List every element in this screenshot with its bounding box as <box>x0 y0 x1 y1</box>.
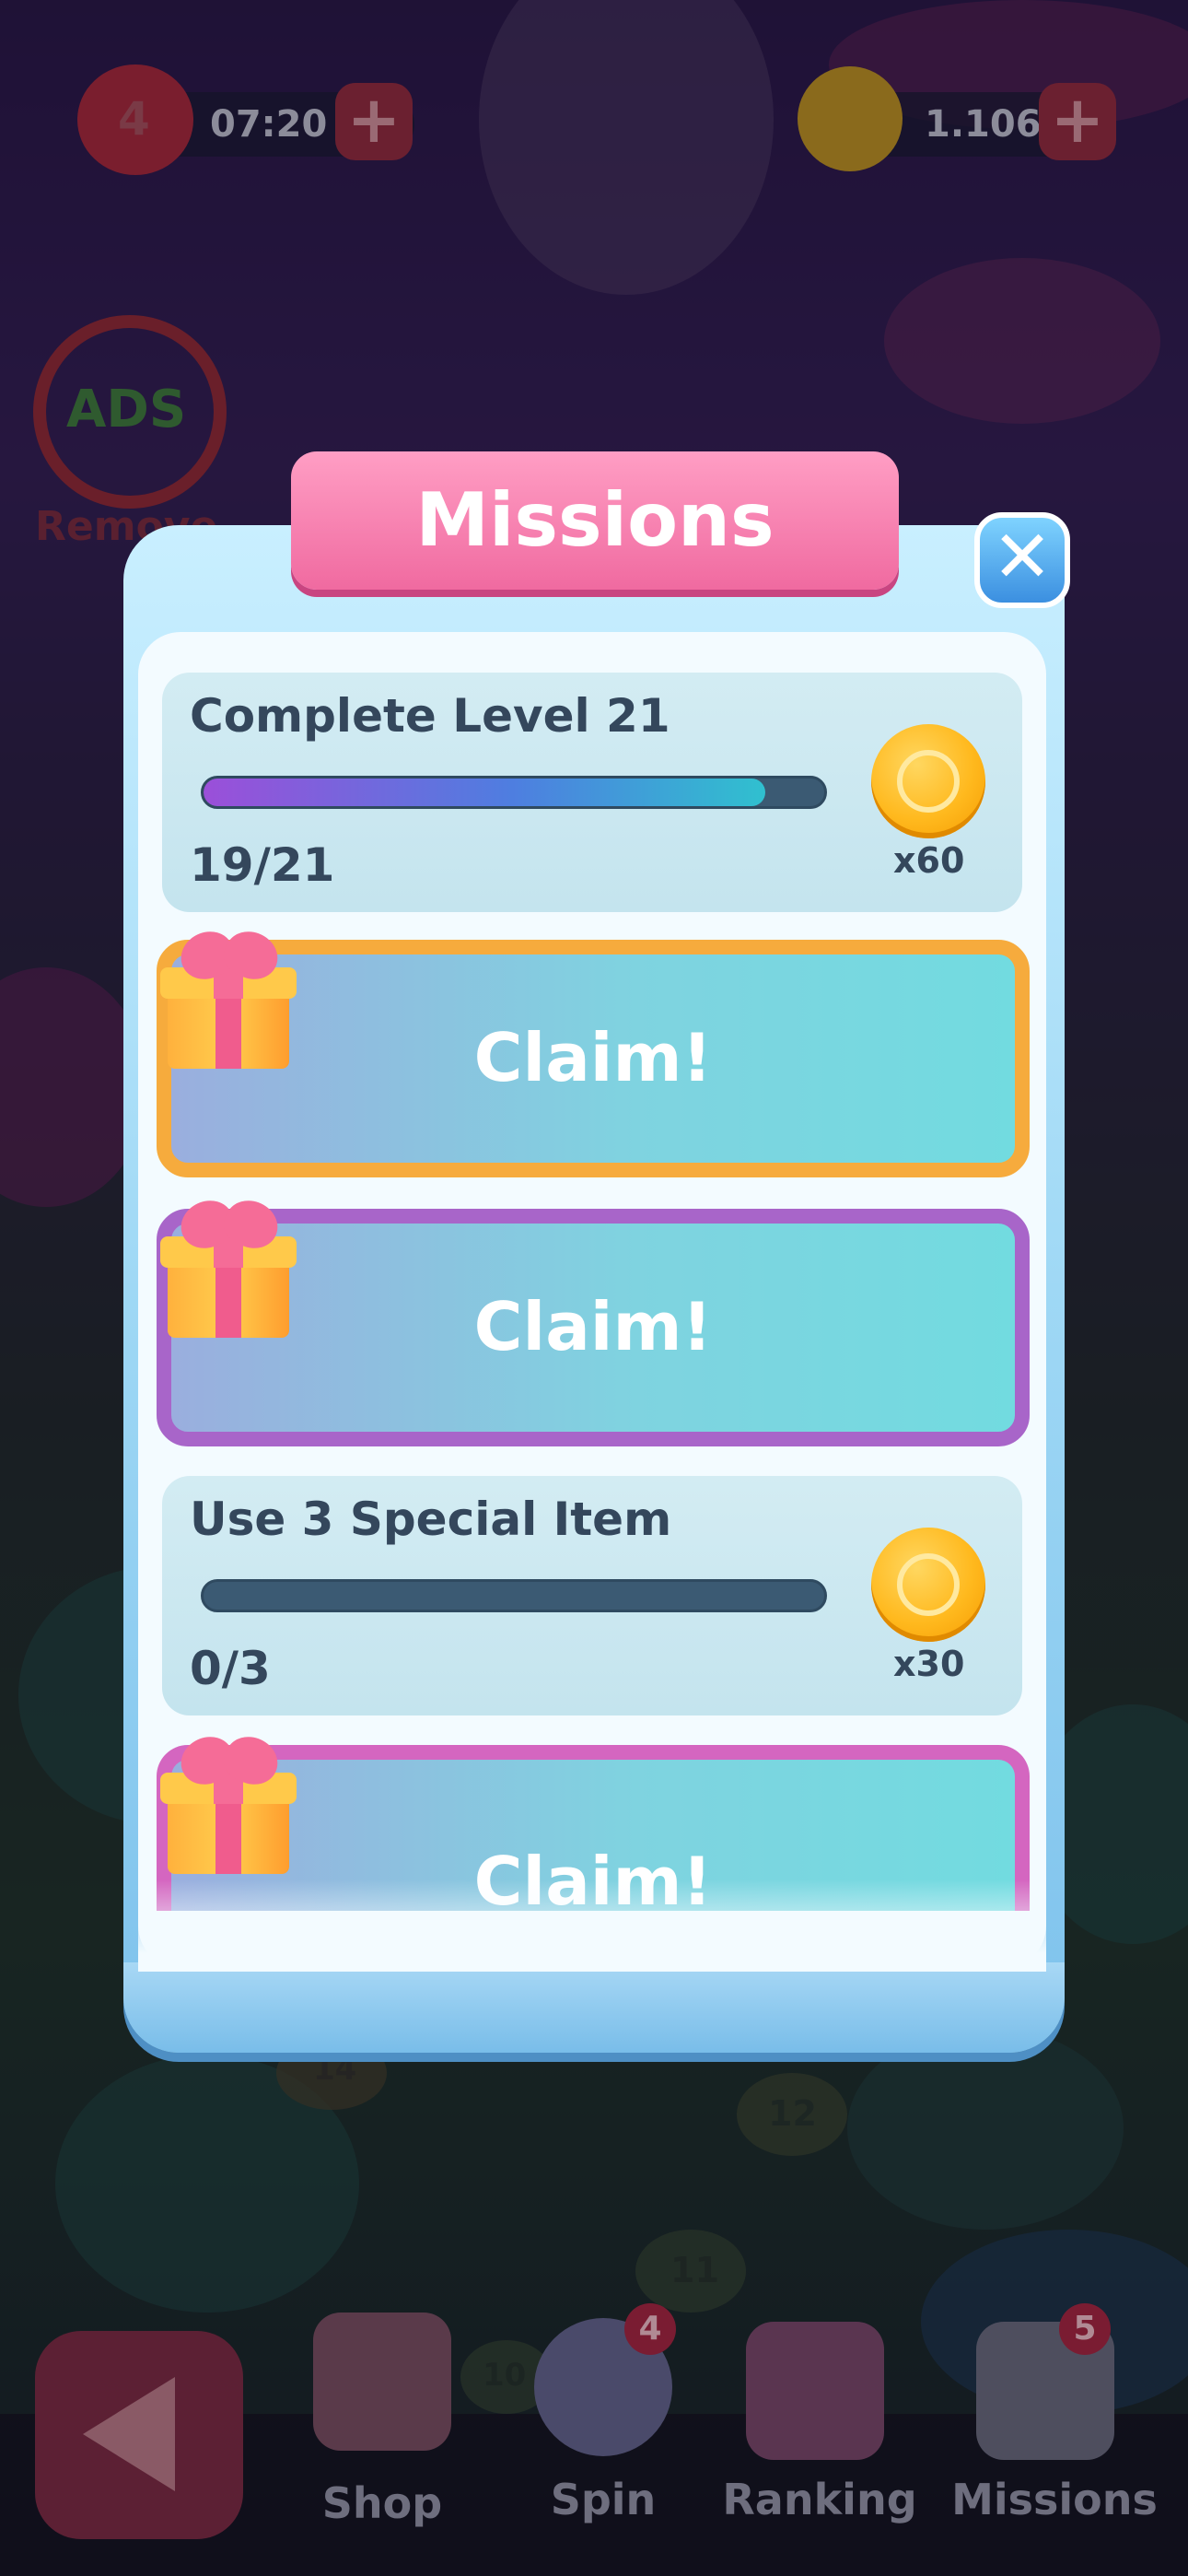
mission-progress-bar <box>201 1579 827 1612</box>
close-icon: ✕ <box>992 516 1053 599</box>
gift-icon <box>158 1728 297 1876</box>
mission-card: Complete Level 21 19/21 x60 <box>162 673 1022 912</box>
mission-title: Complete Level 21 <box>190 689 670 743</box>
dialog-snow-footer <box>123 1962 1065 2053</box>
mission-card: Use 3 Special Item 0/3 x30 <box>162 1476 1022 1715</box>
claim-button-label: Claim! <box>473 1019 713 1096</box>
close-button[interactable]: ✕ <box>974 512 1070 608</box>
missions-badge: 5 <box>1059 2303 1111 2355</box>
nav-shop-label[interactable]: Shop <box>304 2478 460 2528</box>
nav-missions-label[interactable]: Missions <box>949 2475 1160 2524</box>
shop-icon[interactable] <box>313 2313 451 2451</box>
list-scroll-fade <box>138 1879 1046 1972</box>
mission-reward: x60 <box>893 840 965 881</box>
lives-count: 4 <box>118 92 150 146</box>
gift-icon <box>158 1192 297 1340</box>
remove-ads-button[interactable]: ADS <box>33 315 227 509</box>
add-coins-button[interactable]: + <box>1039 83 1116 160</box>
mission-progress-bar <box>201 776 827 809</box>
lives-timer: 07:20 <box>210 103 328 146</box>
coin-icon <box>798 66 903 171</box>
nav-ranking-label[interactable]: Ranking <box>718 2475 921 2524</box>
mission-progress-text: 0/3 <box>190 1642 271 1695</box>
spin-badge: 4 <box>624 2303 676 2355</box>
claim-button-label: Claim! <box>473 1288 713 1365</box>
ranking-icon[interactable] <box>746 2322 884 2460</box>
back-arrow-icon <box>83 2377 175 2491</box>
coin-reward-icon <box>871 724 985 838</box>
add-lives-button[interactable]: + <box>335 83 413 160</box>
coins-count: 1.106 <box>925 103 1042 146</box>
dialog-title: Missions <box>415 477 775 563</box>
ads-text: ADS <box>66 380 187 439</box>
mission-progress-text: 19/21 <box>190 838 335 892</box>
nav-spin-label[interactable]: Spin <box>525 2475 681 2524</box>
mission-title: Use 3 Special Item <box>190 1493 672 1546</box>
mission-progress-fill <box>204 779 765 806</box>
gift-icon <box>158 923 297 1071</box>
coin-reward-icon <box>871 1528 985 1642</box>
mission-reward: x30 <box>893 1644 965 1684</box>
